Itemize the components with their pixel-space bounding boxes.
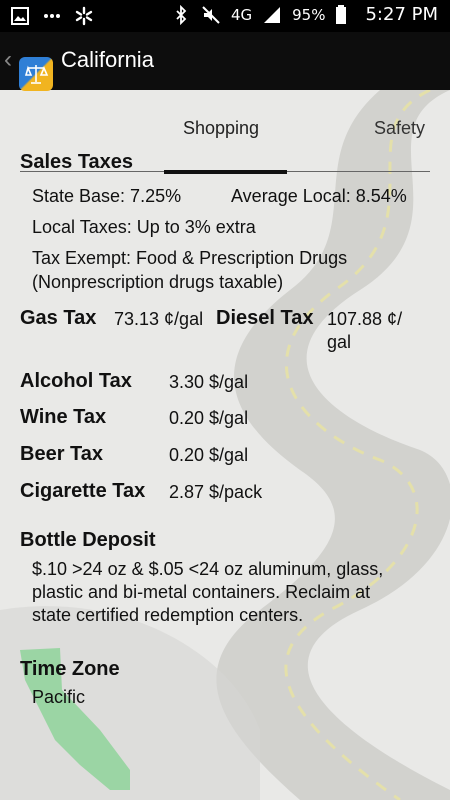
wine-tax-label: Wine Tax — [20, 406, 107, 428]
clock: 5:27 PM — [365, 4, 438, 25]
battery-percent: 95% — [292, 5, 326, 24]
app-bar: ‹ California — [0, 32, 450, 91]
walmart-spark-icon — [74, 6, 94, 26]
diesel-tax-value-cont: gal — [327, 332, 352, 352]
state-base-rate: State Base: 7.25% — [32, 186, 182, 206]
bottle-deposit-heading: Bottle Deposit — [20, 529, 156, 551]
signal-icon — [262, 5, 282, 25]
tab-safety[interactable]: Safety — [374, 118, 425, 139]
bottle-deposit-line-1: $.10 >24 oz & $.05 <24 oz aluminum, glas… — [32, 559, 384, 579]
app-logo-scales-icon[interactable] — [19, 57, 53, 91]
local-taxes-text: Local Taxes: Up to 3% extra — [32, 217, 256, 237]
page-title: California — [61, 47, 154, 72]
gas-tax-value: 73.13 ¢/gal — [114, 309, 204, 329]
beer-tax-value: 0.20 $/gal — [169, 445, 249, 465]
bottle-deposit-line-3: state certified redemption centers. — [32, 605, 304, 625]
sales-taxes-heading: Sales Taxes — [20, 151, 134, 173]
wine-tax-value: 0.20 $/gal — [169, 408, 249, 428]
diesel-tax-label: Diesel Tax — [216, 307, 314, 329]
bottle-deposit-line-2: plastic and bi-metal containers. Reclaim… — [32, 582, 371, 602]
alcohol-tax-label: Alcohol Tax — [20, 370, 132, 392]
battery-icon — [335, 4, 355, 25]
average-local-rate: Average Local: 8.54% — [231, 186, 407, 206]
gas-tax-label: Gas Tax — [20, 307, 97, 329]
status-bar: 4G 95% 5:27 PM — [0, 0, 450, 32]
mute-icon — [201, 5, 221, 25]
tax-exempt-text: Tax Exempt: Food & Prescription Drugs — [32, 248, 348, 268]
cigarette-tax-value: 2.87 $/pack — [169, 482, 263, 502]
tax-exempt-note: (Nonprescription drugs taxable) — [32, 272, 284, 292]
time-zone-value: Pacific — [32, 687, 86, 707]
tab-selected-indicator — [164, 170, 287, 174]
network-type: 4G — [230, 5, 253, 24]
dots-icon — [42, 6, 62, 26]
tab-shopping[interactable]: Shopping — [183, 118, 259, 139]
beer-tax-label: Beer Tax — [20, 443, 104, 465]
diesel-tax-value: 107.88 ¢/ — [327, 309, 403, 329]
gallery-icon — [10, 6, 30, 26]
content-area: Shopping Safety Sales Taxes State Base: … — [0, 90, 450, 800]
cigarette-tax-label: Cigarette Tax — [20, 480, 146, 502]
back-chevron-icon[interactable]: ‹ — [4, 46, 12, 74]
time-zone-heading: Time Zone — [20, 658, 120, 680]
bluetooth-icon — [171, 4, 191, 25]
tab-bar: Shopping Safety — [0, 114, 450, 174]
alcohol-tax-value: 3.30 $/gal — [169, 372, 249, 392]
